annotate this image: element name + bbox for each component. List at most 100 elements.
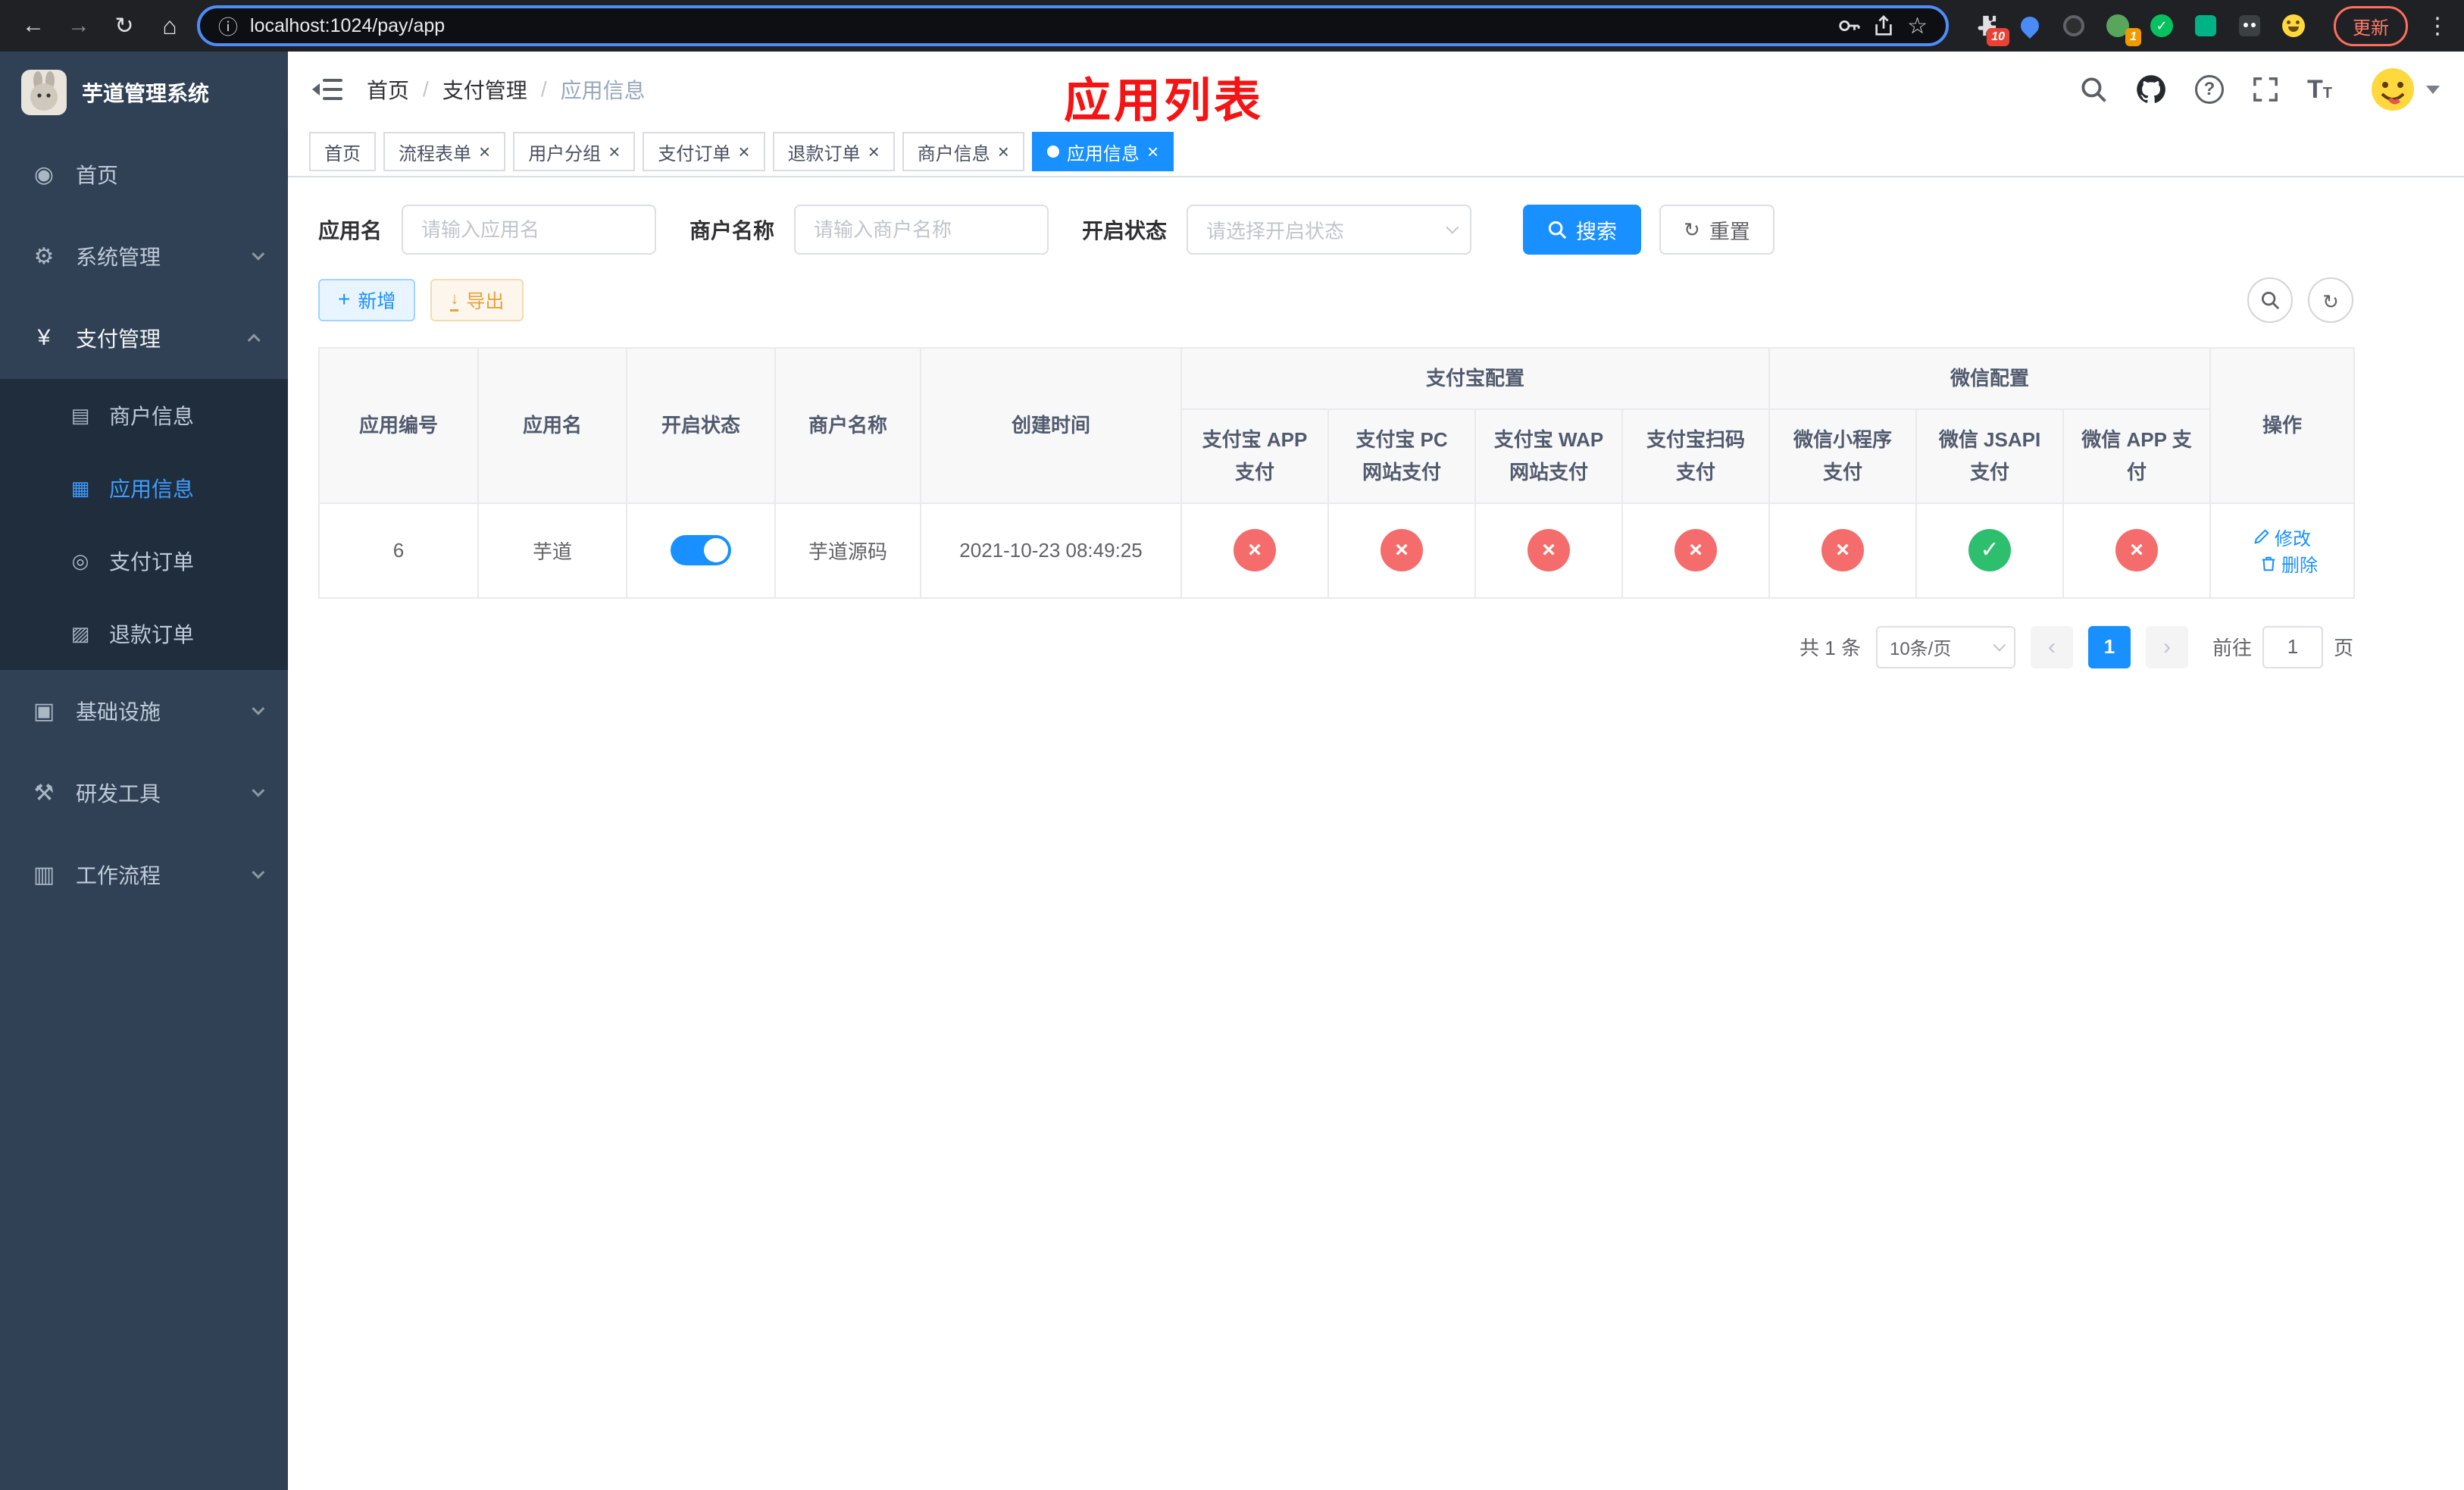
col-alipay-wap: 支付宝 WAP 网站支付 [1474,408,1623,504]
trash-icon [2262,556,2275,571]
chevron-down-icon [1993,638,2006,652]
infrastructure-icon: ▣ [33,698,55,724]
share-icon[interactable] [1872,14,1895,37]
browser-home-icon[interactable] [152,8,188,44]
breadcrumb: 首页 / 支付管理 / 应用信息 [367,74,646,105]
drop-shape [2017,13,2043,39]
refund-icon: ▨ [70,621,90,645]
sidebar-item-home[interactable]: ◉ 首页 [0,133,288,215]
alipay-app-status-icon: × [1234,529,1276,572]
wx-jsapi-status-icon: ✓ [1968,529,2012,572]
reset-button[interactable]: 重置 [1659,205,1775,255]
close-icon[interactable] [998,142,1009,161]
tab-refund-order[interactable]: 退款订单 [772,132,895,171]
app-name-input[interactable] [402,205,657,255]
pagination: 共 1 条 10条/页 1 前往 页 [318,625,2353,668]
sidebar-fold-icon[interactable] [312,76,342,103]
gear-icon: ⚙ [33,243,55,269]
prev-page-button[interactable] [2030,625,2073,668]
help-icon[interactable] [2195,75,2224,104]
breadcrumb-home[interactable]: 首页 [367,74,409,105]
col-created: 创建时间 [920,346,1182,504]
toggle-search-button[interactable] [2247,277,2293,323]
monkey-shape [2239,15,2260,36]
password-key-icon[interactable] [1837,14,1860,37]
user-menu[interactable] [2370,67,2440,112]
extensions-puzzle-icon[interactable]: 10 [1970,10,2009,46]
breadcrumb-payment[interactable]: 支付管理 [442,74,527,105]
fullscreen-icon[interactable] [2253,77,2278,102]
browser-forward-icon[interactable] [61,8,97,44]
search-button[interactable]: 搜索 [1523,205,1642,255]
extensions-tray: 10 1 [1970,10,2309,46]
tab-user-group[interactable]: 用户分组 [513,132,636,171]
tab-merchant-info[interactable]: 商户信息 [902,132,1024,171]
sidebar-menu: ◉ 首页 ⚙ 系统管理 ¥ 支付管理 ▤ 商户信息 ▦ 应用信息 ◎ 支付订单 … [0,133,288,916]
github-icon[interactable] [2136,74,2166,105]
search-icon[interactable] [2080,76,2107,103]
emoji-face-shape [2282,14,2305,37]
tab-app-info[interactable]: 应用信息 [1031,132,1174,171]
site-info-icon[interactable] [218,12,238,40]
goto-unit: 页 [2333,637,2353,660]
edit-button[interactable]: 修改 [2253,524,2311,550]
sidebar: 芋道管理系统 ◉ 首页 ⚙ 系统管理 ¥ 支付管理 ▤ 商户信息 ▦ 应用信息 … [0,52,288,1490]
pencil-icon [2254,529,2269,544]
sidebar-item-payment[interactable]: ¥ 支付管理 [0,297,288,379]
sidebar-item-system[interactable]: ⚙ 系统管理 [0,215,288,297]
refresh-table-button[interactable] [2308,277,2353,323]
sidebar-item-workflow[interactable]: ▥ 工作流程 [0,834,288,916]
extension-emoji-icon[interactable] [2278,10,2309,42]
sidebar-item-pay-order[interactable]: ◎ 支付订单 [0,524,288,597]
bookmark-star-icon[interactable] [1907,13,1928,39]
next-page-button[interactable] [2145,625,2188,668]
search-icon [2261,291,2280,310]
status-label: 开启状态 [1082,219,1168,243]
sidebar-item-infrastructure[interactable]: ▣ 基础设施 [0,670,288,752]
page-number-button[interactable]: 1 [2087,625,2131,668]
extension-green-avatar-icon[interactable]: 1 [2102,10,2141,46]
delete-button[interactable]: 删除 [2260,550,2318,577]
url-text[interactable]: localhost:1024/pay/app [250,15,445,37]
browser-menu-icon[interactable] [2426,13,2449,39]
refresh-icon [1684,218,1700,242]
browser-reload-icon[interactable] [106,8,142,44]
tab-home[interactable]: 首页 [309,132,376,171]
tab-process-form[interactable]: 流程表单 [383,132,506,171]
tab-pay-order[interactable]: 支付订单 [643,132,765,171]
browser-update-button[interactable]: 更新 [2334,5,2408,46]
close-icon[interactable] [1147,142,1159,161]
status-select[interactable]: 请选择开启状态 [1187,205,1472,255]
col-alipay-app: 支付宝 APP 支付 [1180,408,1329,504]
green-check-shape [2150,14,2173,37]
export-button[interactable]: 导出 [430,279,524,321]
close-icon[interactable] [868,142,880,161]
dark-circle-shape [2063,15,2084,36]
green-note-shape [2195,15,2216,36]
status-toggle[interactable] [671,535,731,566]
address-bar[interactable]: localhost:1024/pay/app [197,5,1949,46]
goto-page-input[interactable] [2262,625,2323,668]
browser-back-icon[interactable] [15,8,52,44]
extension-tampermonkey-icon[interactable] [2234,10,2265,42]
screen: localhost:1024/pay/app 10 1 [0,0,2464,1490]
sidebar-item-app-info[interactable]: ▦ 应用信息 [0,452,288,524]
font-size-icon[interactable] [2307,75,2332,105]
page-title: 应用列表 [1064,75,1265,127]
add-button[interactable]: 新增 [318,279,416,321]
extension-wechat-devtool-icon[interactable] [2146,10,2178,42]
page-size-select[interactable]: 10条/页 [1875,625,2015,668]
close-icon[interactable] [479,142,490,161]
alipay-qr-status-icon: × [1674,529,1717,572]
sidebar-item-merchant-info[interactable]: ▤ 商户信息 [0,379,288,452]
extension-blue-drop-icon[interactable] [2014,10,2046,42]
extension-dark-circle-icon[interactable] [2058,10,2090,42]
extension-green-note-icon[interactable] [2190,10,2222,42]
merchant-name-input[interactable] [794,205,1049,255]
sidebar-item-dev-tools[interactable]: ⚒ 研发工具 [0,752,288,834]
app-logo[interactable]: 芋道管理系统 [0,52,288,133]
close-icon[interactable] [738,142,749,161]
close-icon[interactable] [608,142,620,161]
navbar-actions [2080,67,2440,112]
sidebar-item-refund-order[interactable]: ▨ 退款订单 [0,597,288,670]
